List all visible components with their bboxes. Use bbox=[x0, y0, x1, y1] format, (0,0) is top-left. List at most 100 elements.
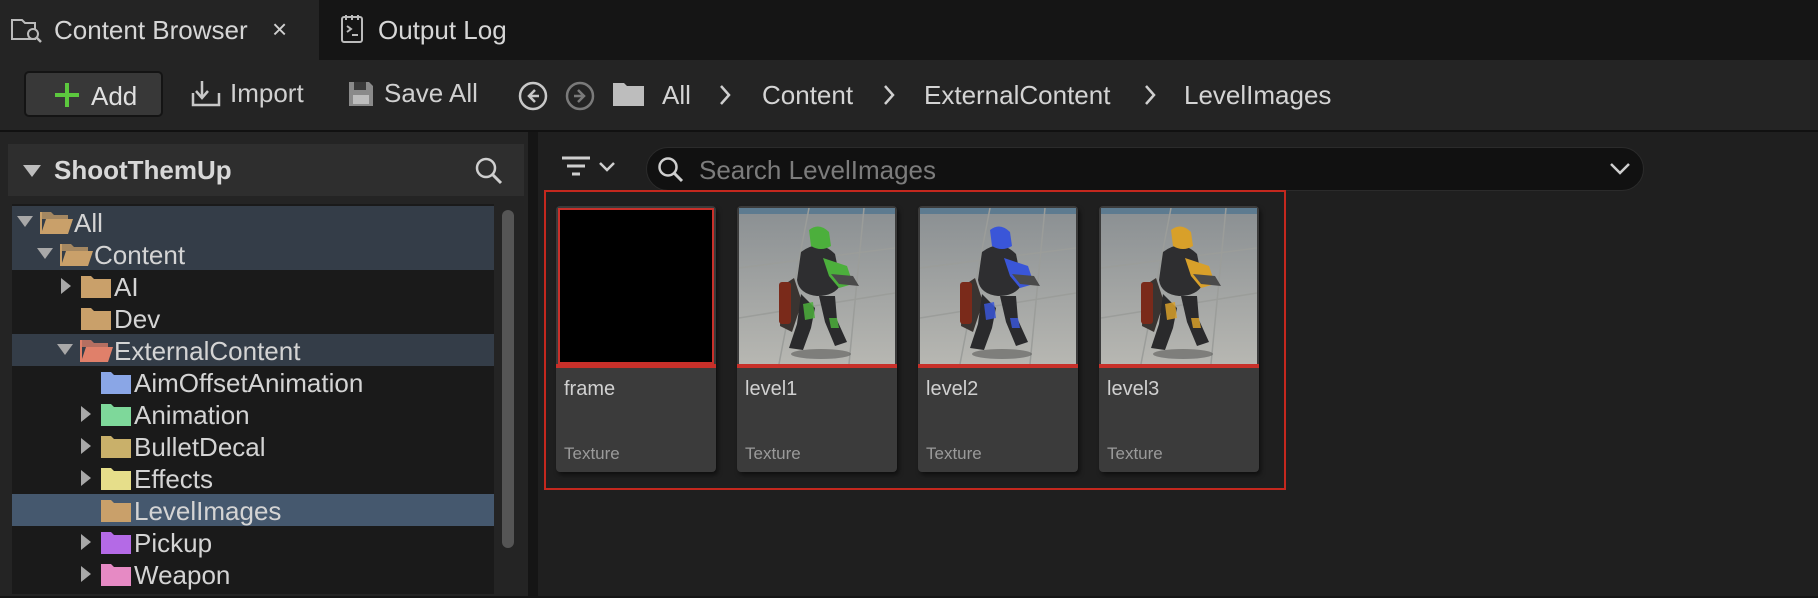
asset-type: Texture bbox=[1107, 444, 1163, 463]
asset-tile-level1[interactable]: level1 Texture bbox=[737, 206, 897, 472]
asset-name: frame bbox=[564, 378, 616, 400]
asset-tile-level2[interactable]: level2 Texture bbox=[918, 206, 1078, 472]
tree-item-animation[interactable]: Animation bbox=[12, 398, 494, 430]
import-button[interactable]: Import bbox=[190, 78, 304, 109]
folder-icon bbox=[612, 79, 646, 109]
asset-view: frame Texture level1 Texture level2 Text… bbox=[538, 132, 1818, 596]
save-all-label: Save All bbox=[384, 78, 478, 108]
plus-icon bbox=[54, 82, 80, 108]
chevron-right-icon[interactable] bbox=[882, 84, 896, 106]
forward-arrow-icon[interactable] bbox=[564, 80, 596, 112]
folder-icon bbox=[100, 562, 132, 588]
panel-divider[interactable] bbox=[528, 132, 538, 596]
asset-thumbnail bbox=[739, 208, 895, 364]
search-icon bbox=[657, 156, 685, 184]
tab-label: Content Browser bbox=[54, 15, 248, 45]
tree-item-label: ExternalContent bbox=[114, 336, 301, 366]
folder-icon bbox=[80, 306, 112, 332]
asset-thumbnail bbox=[1101, 208, 1257, 364]
asset-thumbnail bbox=[558, 208, 714, 364]
collapsed-arrow-icon[interactable] bbox=[80, 469, 92, 487]
folder-icon bbox=[40, 210, 74, 236]
folder-icon bbox=[100, 466, 132, 492]
output-log-icon bbox=[338, 14, 368, 44]
expanded-arrow-icon[interactable] bbox=[36, 247, 54, 261]
tree-item-label: Weapon bbox=[134, 560, 231, 590]
asset-type: Texture bbox=[745, 444, 801, 463]
tree-item-all[interactable]: All bbox=[12, 206, 494, 238]
tree-item-label: Pickup bbox=[134, 528, 213, 558]
tree-item-bulletdecal[interactable]: BulletDecal bbox=[12, 430, 494, 462]
folder-icon bbox=[80, 274, 112, 300]
tree-item-levelimages[interactable]: LevelImages bbox=[12, 494, 494, 526]
add-label: Add bbox=[91, 81, 138, 111]
tab-label: Output Log bbox=[378, 15, 507, 45]
filter-icon[interactable] bbox=[560, 152, 626, 182]
collapsed-arrow-icon[interactable] bbox=[80, 437, 92, 455]
save-all-button[interactable]: Save All bbox=[346, 78, 478, 109]
scroll-thumb[interactable] bbox=[502, 210, 514, 548]
tree-item-label: Dev bbox=[114, 304, 161, 334]
add-button[interactable]: Add bbox=[24, 71, 163, 117]
sidebar-header[interactable]: ShootThemUp bbox=[8, 144, 524, 196]
folder-tree: All Content AI Dev ExternalContent AimOffsetA… bbox=[12, 204, 494, 594]
asset-name: level2 bbox=[926, 378, 979, 400]
search-icon[interactable] bbox=[474, 156, 504, 186]
tree-item-dev[interactable]: Dev bbox=[12, 302, 494, 334]
sidebar: ShootThemUp All Content AI Dev ExternalConte… bbox=[0, 132, 532, 596]
tree-item-label: AimOffsetAnimation bbox=[134, 368, 364, 398]
close-icon[interactable]: × bbox=[272, 14, 287, 44]
tree-item-weapon[interactable]: Weapon bbox=[12, 558, 494, 590]
asset-selection-frame: frame Texture level1 Texture level2 Text… bbox=[544, 190, 1286, 490]
folder-icon bbox=[100, 530, 132, 556]
asset-name: level3 bbox=[1107, 378, 1160, 400]
tree-item-label: BulletDecal bbox=[134, 432, 266, 462]
expanded-arrow-icon[interactable] bbox=[56, 343, 74, 357]
tab-bar: Content Browser × Output Log bbox=[0, 0, 1818, 60]
tree-item-label: Effects bbox=[134, 464, 214, 494]
tree-item-content[interactable]: Content bbox=[12, 238, 494, 270]
folder-icon bbox=[60, 242, 94, 268]
asset-tile-level3[interactable]: level3 Texture bbox=[1099, 206, 1259, 472]
tree-item-label: LevelImages bbox=[134, 496, 282, 526]
tree-item-effects[interactable]: Effects bbox=[12, 462, 494, 494]
collapsed-arrow-icon[interactable] bbox=[80, 533, 92, 551]
asset-type: Texture bbox=[564, 444, 620, 463]
tree-item-aimoffsetanimation[interactable]: AimOffsetAnimation bbox=[12, 366, 494, 398]
folder-icon bbox=[100, 498, 132, 524]
toolbar: Add Import Save All All Content External… bbox=[0, 60, 1818, 132]
tree-item-pickup[interactable]: Pickup bbox=[12, 526, 494, 558]
asset-name: level1 bbox=[745, 378, 798, 400]
chevron-right-icon[interactable] bbox=[1143, 84, 1157, 106]
breadcrumb-externalcontent[interactable]: ExternalContent bbox=[924, 80, 1110, 111]
folder-icon bbox=[100, 434, 132, 460]
asset-tile-frame[interactable]: frame Texture bbox=[556, 206, 716, 472]
tree-item-label: Content bbox=[94, 240, 186, 270]
folder-icon bbox=[100, 402, 132, 428]
chevron-down-icon[interactable] bbox=[1609, 162, 1631, 176]
breadcrumb-levelimages[interactable]: LevelImages bbox=[1184, 80, 1331, 111]
folder-icon bbox=[80, 338, 114, 364]
tree-item-ai[interactable]: AI bbox=[12, 270, 494, 302]
back-arrow-icon[interactable] bbox=[517, 80, 549, 112]
search-input[interactable] bbox=[697, 154, 1581, 186]
breadcrumb-all[interactable]: All bbox=[662, 80, 691, 111]
collapse-triangle-icon[interactable] bbox=[22, 164, 42, 178]
tree-item-externalcontent[interactable]: ExternalContent bbox=[12, 334, 494, 366]
tab-output-log[interactable]: Output Log bbox=[330, 0, 550, 60]
tree-scrollbar[interactable] bbox=[500, 204, 516, 598]
expanded-arrow-icon[interactable] bbox=[16, 215, 34, 229]
collapsed-arrow-icon[interactable] bbox=[80, 565, 92, 583]
breadcrumb-content[interactable]: Content bbox=[762, 80, 853, 111]
tree-item-label: AI bbox=[114, 272, 139, 302]
search-field[interactable] bbox=[646, 147, 1644, 191]
tab-content-browser[interactable]: Content Browser × bbox=[0, 0, 319, 60]
asset-thumbnail bbox=[920, 208, 1076, 364]
tree-item-label: Animation bbox=[134, 400, 250, 430]
collapsed-arrow-icon[interactable] bbox=[60, 277, 72, 295]
import-label: Import bbox=[230, 78, 304, 108]
save-icon bbox=[346, 79, 376, 109]
collapsed-arrow-icon[interactable] bbox=[80, 405, 92, 423]
asset-type: Texture bbox=[926, 444, 982, 463]
chevron-right-icon[interactable] bbox=[718, 84, 732, 106]
